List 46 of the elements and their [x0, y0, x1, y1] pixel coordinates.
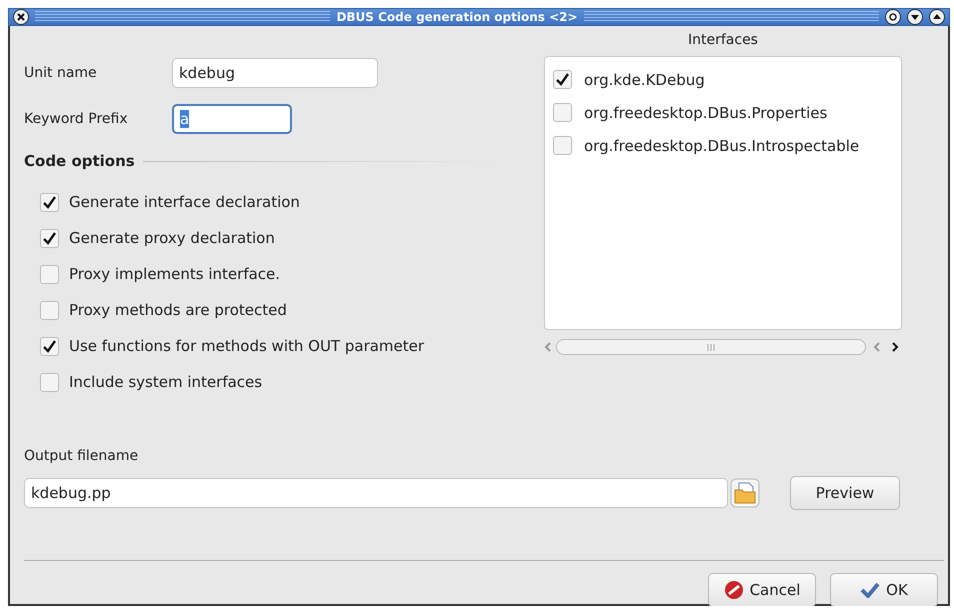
sticky-button[interactable]: [885, 9, 901, 25]
checkbox[interactable]: [40, 300, 59, 320]
output-filename-field[interactable]: kdebug.pp: [24, 478, 728, 508]
check-icon: [43, 196, 56, 208]
folder-icon[interactable]: [730, 478, 760, 508]
keyword-prefix-label: Keyword Prefix: [24, 111, 129, 127]
unit-name-label: Unit name: [24, 65, 98, 81]
check-icon: [860, 582, 880, 598]
check-icon: [43, 340, 56, 352]
maximize-button[interactable]: [929, 9, 945, 25]
down-triangle-icon: [911, 13, 919, 21]
unit-name-field[interactable]: kdebug: [172, 58, 378, 88]
checkbox-label[interactable]: Proxy methods are protected: [69, 301, 287, 319]
close-button[interactable]: [13, 9, 29, 25]
interface-label[interactable]: org.kde.KDebug: [584, 70, 705, 88]
checkbox[interactable]: [40, 192, 59, 212]
cancel-icon: [724, 580, 744, 600]
checkbox-label[interactable]: Include system interfaces: [69, 373, 262, 391]
keyword-prefix-field[interactable]: a: [172, 104, 292, 134]
checkbox-label[interactable]: Generate interface declaration: [69, 193, 300, 211]
cancel-button[interactable]: Cancel: [708, 573, 816, 606]
checkbox-label[interactable]: Generate proxy declaration: [69, 229, 275, 247]
check-icon: [43, 232, 56, 244]
checkbox-label[interactable]: Use functions for methods with OUT parameter: [69, 337, 424, 355]
check-icon: [556, 73, 569, 86]
ring-icon: [889, 13, 897, 21]
checkbox[interactable]: [553, 136, 572, 155]
up-triangle-icon: [933, 13, 941, 21]
minimize-button[interactable]: [907, 9, 923, 25]
scrollbar-handle[interactable]: [556, 339, 866, 355]
interface-label[interactable]: org.freedesktop.DBus.Properties: [584, 104, 828, 122]
group-title: Code options: [24, 152, 135, 170]
interfaces-title: Interfaces: [688, 32, 758, 48]
ok-button[interactable]: OK: [830, 573, 938, 606]
close-icon: [17, 13, 25, 21]
preview-button[interactable]: Preview: [790, 476, 900, 510]
checkbox[interactable]: [40, 264, 59, 284]
window-title: DBUS Code generation options <2>: [336, 10, 578, 24]
checkbox[interactable]: [553, 103, 572, 122]
checkbox[interactable]: [553, 70, 572, 89]
checkbox[interactable]: [40, 372, 59, 392]
output-filename-label: Output filename: [24, 448, 140, 464]
checkbox[interactable]: [40, 228, 59, 248]
interface-label[interactable]: org.freedesktop.DBus.Introspectable: [584, 136, 860, 154]
checkbox-label[interactable]: Proxy implements interface.: [69, 265, 280, 283]
checkbox[interactable]: [40, 336, 59, 356]
